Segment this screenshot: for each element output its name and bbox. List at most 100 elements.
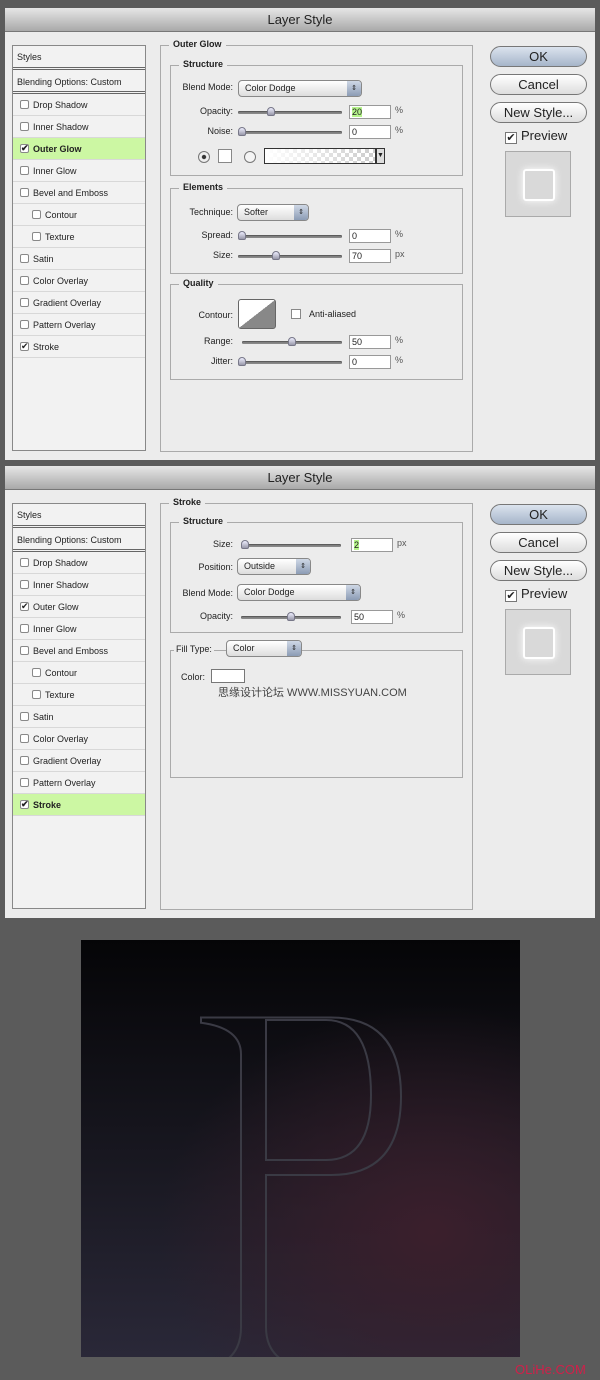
gradient-dropdown-arrow-icon[interactable]: ▼ bbox=[376, 148, 385, 164]
checkbox[interactable]: ✔ bbox=[20, 800, 29, 809]
blend-mode-dropdown[interactable]: Color Dodge ⇕ bbox=[237, 584, 361, 601]
blend-mode-dropdown[interactable]: Color Dodge ⇕ bbox=[238, 80, 362, 97]
checkbox[interactable] bbox=[20, 276, 29, 285]
style-item-outer-glow[interactable]: ✔ Outer Glow bbox=[13, 596, 145, 618]
checkbox[interactable] bbox=[32, 690, 41, 699]
ok-button[interactable]: OK bbox=[490, 504, 587, 525]
technique-dropdown[interactable]: Softer ⇕ bbox=[237, 204, 309, 221]
range-input[interactable]: 50 bbox=[349, 335, 391, 349]
style-item-outer-glow[interactable]: ✔ Outer Glow bbox=[13, 138, 145, 160]
checkbox[interactable] bbox=[20, 558, 29, 567]
spread-slider-knob[interactable] bbox=[238, 231, 246, 240]
size-slider[interactable] bbox=[238, 251, 342, 260]
style-item-inner-glow[interactable]: Inner Glow bbox=[13, 618, 145, 640]
cancel-button[interactable]: Cancel bbox=[490, 74, 587, 95]
style-item-pattern-overlay[interactable]: Pattern Overlay bbox=[13, 772, 145, 794]
opacity-unit: % bbox=[397, 610, 406, 620]
style-item-bevel-and-emboss[interactable]: Bevel and Emboss bbox=[13, 640, 145, 662]
style-item-inner-shadow[interactable]: Inner Shadow bbox=[13, 116, 145, 138]
style-item-drop-shadow[interactable]: Drop Shadow bbox=[13, 552, 145, 574]
style-item-pattern-overlay[interactable]: Pattern Overlay bbox=[13, 314, 145, 336]
opacity-slider-knob[interactable] bbox=[287, 612, 295, 621]
size-input[interactable]: 2 bbox=[351, 538, 393, 552]
style-item-gradient-overlay[interactable]: Gradient Overlay bbox=[13, 750, 145, 772]
opacity-slider[interactable] bbox=[241, 612, 341, 621]
checkbox[interactable] bbox=[20, 298, 29, 307]
style-item-bevel-and-emboss[interactable]: Bevel and Emboss bbox=[13, 182, 145, 204]
checkbox[interactable]: ✔ bbox=[20, 144, 29, 153]
preview-checkbox[interactable]: ✔ Preview bbox=[505, 128, 567, 144]
checkbox[interactable] bbox=[20, 778, 29, 787]
size-input[interactable]: 70 bbox=[349, 249, 391, 263]
checkbox[interactable] bbox=[32, 232, 41, 241]
blending-options[interactable]: Blending Options: Custom bbox=[13, 529, 145, 552]
checkbox[interactable] bbox=[20, 122, 29, 131]
color-swatch[interactable] bbox=[218, 149, 232, 163]
noise-slider-knob[interactable] bbox=[238, 127, 246, 136]
range-slider[interactable] bbox=[242, 337, 342, 346]
ok-button[interactable]: OK bbox=[490, 46, 587, 67]
position-dropdown[interactable]: Outside ⇕ bbox=[237, 558, 311, 575]
checkbox[interactable] bbox=[32, 210, 41, 219]
style-item-color-overlay[interactable]: Color Overlay bbox=[13, 728, 145, 750]
checkbox[interactable] bbox=[20, 646, 29, 655]
style-item-inner-shadow[interactable]: Inner Shadow bbox=[13, 574, 145, 596]
stroke-color-swatch[interactable] bbox=[211, 669, 245, 683]
preview-checkbox[interactable]: ✔ Preview bbox=[505, 586, 567, 602]
size-slider[interactable] bbox=[241, 540, 341, 549]
checkbox[interactable] bbox=[20, 734, 29, 743]
checkbox[interactable] bbox=[20, 580, 29, 589]
opacity-slider-knob[interactable] bbox=[266, 107, 275, 116]
fill-type-dropdown[interactable]: Color ⇕ bbox=[226, 640, 302, 657]
range-slider-knob[interactable] bbox=[288, 337, 296, 346]
spread-input[interactable]: 0 bbox=[349, 229, 391, 243]
jitter-slider-knob[interactable] bbox=[238, 357, 246, 366]
gradient-picker[interactable] bbox=[264, 148, 376, 164]
checkbox-checked-icon[interactable]: ✔ bbox=[505, 132, 517, 144]
styles-header[interactable]: Styles bbox=[13, 46, 145, 70]
size-slider-knob[interactable] bbox=[241, 540, 249, 549]
style-item-color-overlay[interactable]: Color Overlay bbox=[13, 270, 145, 292]
checkbox[interactable] bbox=[20, 254, 29, 263]
checkbox-checked-icon[interactable]: ✔ bbox=[505, 590, 517, 602]
checkbox[interactable] bbox=[20, 188, 29, 197]
style-item-contour[interactable]: Contour bbox=[13, 662, 145, 684]
checkbox[interactable] bbox=[20, 166, 29, 175]
checkbox[interactable] bbox=[20, 100, 29, 109]
style-item-gradient-overlay[interactable]: Gradient Overlay bbox=[13, 292, 145, 314]
style-item-texture[interactable]: Texture bbox=[13, 684, 145, 706]
opacity-slider[interactable] bbox=[238, 107, 342, 116]
checkbox[interactable]: ✔ bbox=[20, 602, 29, 611]
checkbox[interactable] bbox=[32, 668, 41, 677]
jitter-slider[interactable] bbox=[238, 357, 342, 366]
style-item-satin[interactable]: Satin bbox=[13, 706, 145, 728]
noise-input[interactable]: 0 bbox=[349, 125, 391, 139]
checkbox[interactable] bbox=[20, 712, 29, 721]
spread-slider[interactable] bbox=[238, 231, 342, 240]
checkbox[interactable]: ✔ bbox=[20, 342, 29, 351]
anti-aliased-checkbox[interactable] bbox=[291, 309, 301, 319]
style-item-drop-shadow[interactable]: Drop Shadow bbox=[13, 94, 145, 116]
checkbox[interactable] bbox=[20, 320, 29, 329]
color-radio[interactable] bbox=[198, 151, 210, 163]
style-item-stroke[interactable]: ✔ Stroke bbox=[13, 794, 145, 816]
opacity-input[interactable]: 50 bbox=[351, 610, 393, 624]
style-item-texture[interactable]: Texture bbox=[13, 226, 145, 248]
checkbox[interactable] bbox=[20, 624, 29, 633]
style-item-stroke[interactable]: ✔ Stroke bbox=[13, 336, 145, 358]
blending-options[interactable]: Blending Options: Custom bbox=[13, 71, 145, 94]
contour-picker[interactable] bbox=[238, 299, 276, 329]
new-style-button[interactable]: New Style... bbox=[490, 560, 587, 581]
gradient-radio[interactable] bbox=[244, 151, 256, 163]
jitter-input[interactable]: 0 bbox=[349, 355, 391, 369]
opacity-input[interactable]: 20 bbox=[349, 105, 391, 119]
new-style-button[interactable]: New Style... bbox=[490, 102, 587, 123]
cancel-button[interactable]: Cancel bbox=[490, 532, 587, 553]
style-item-contour[interactable]: Contour bbox=[13, 204, 145, 226]
style-item-inner-glow[interactable]: Inner Glow bbox=[13, 160, 145, 182]
style-item-satin[interactable]: Satin bbox=[13, 248, 145, 270]
styles-header[interactable]: Styles bbox=[13, 504, 145, 528]
noise-slider[interactable] bbox=[238, 127, 342, 136]
checkbox[interactable] bbox=[20, 756, 29, 765]
size-slider-knob[interactable] bbox=[271, 251, 280, 260]
